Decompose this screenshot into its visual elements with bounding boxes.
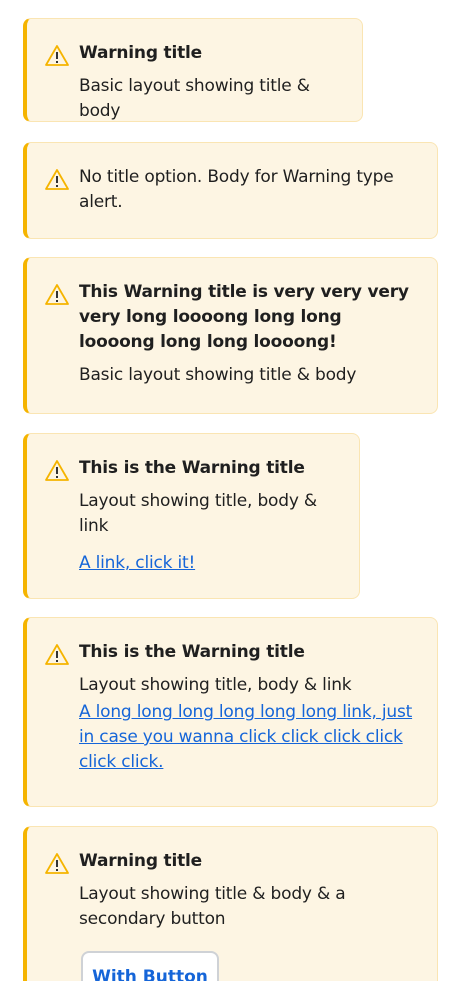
alert-title: This is the Warning title: [79, 642, 305, 662]
warning-alert: No title option. Body for Warning type a…: [23, 142, 438, 239]
alert-title: This Warning title is very very very ver…: [79, 282, 409, 352]
warning-triangle-icon: [45, 284, 69, 305]
warning-triangle-icon: [45, 45, 69, 66]
alert-title: This is the Warning title: [79, 458, 305, 478]
warning-alert: This is the Warning title Layout showing…: [23, 433, 360, 599]
warning-alert: Warning title Basic layout showing title…: [23, 18, 363, 122]
warning-triangle-icon: [45, 460, 69, 481]
alert-body: Layout showing title, body & link: [79, 491, 317, 536]
warning-alert: This Warning title is very very very ver…: [23, 257, 438, 414]
alert-link[interactable]: A link, click it!: [79, 551, 343, 576]
warning-alert: Warning title Layout showing title & bod…: [23, 826, 438, 981]
alert-body: No title option. Body for Warning type a…: [79, 167, 394, 212]
alert-body: Layout showing title & body & a secondar…: [79, 884, 346, 929]
alert-title: Warning title: [79, 851, 202, 871]
alert-body: Layout showing title, body & link: [79, 675, 352, 695]
secondary-button[interactable]: With Button: [81, 951, 219, 981]
clipped-alert-container: Warning title Layout showing title & bod…: [23, 826, 438, 981]
warning-triangle-icon: [45, 853, 69, 874]
alert-link[interactable]: A long long long long long long link, ju…: [79, 700, 421, 775]
alert-body: Basic layout showing title & body: [79, 76, 310, 121]
warning-triangle-icon: [45, 644, 69, 665]
warning-alert: This is the Warning title Layout showing…: [23, 617, 438, 807]
alert-title: Warning title: [79, 43, 202, 63]
alert-body: Basic layout showing title & body: [79, 365, 357, 385]
warning-triangle-icon: [45, 169, 69, 190]
